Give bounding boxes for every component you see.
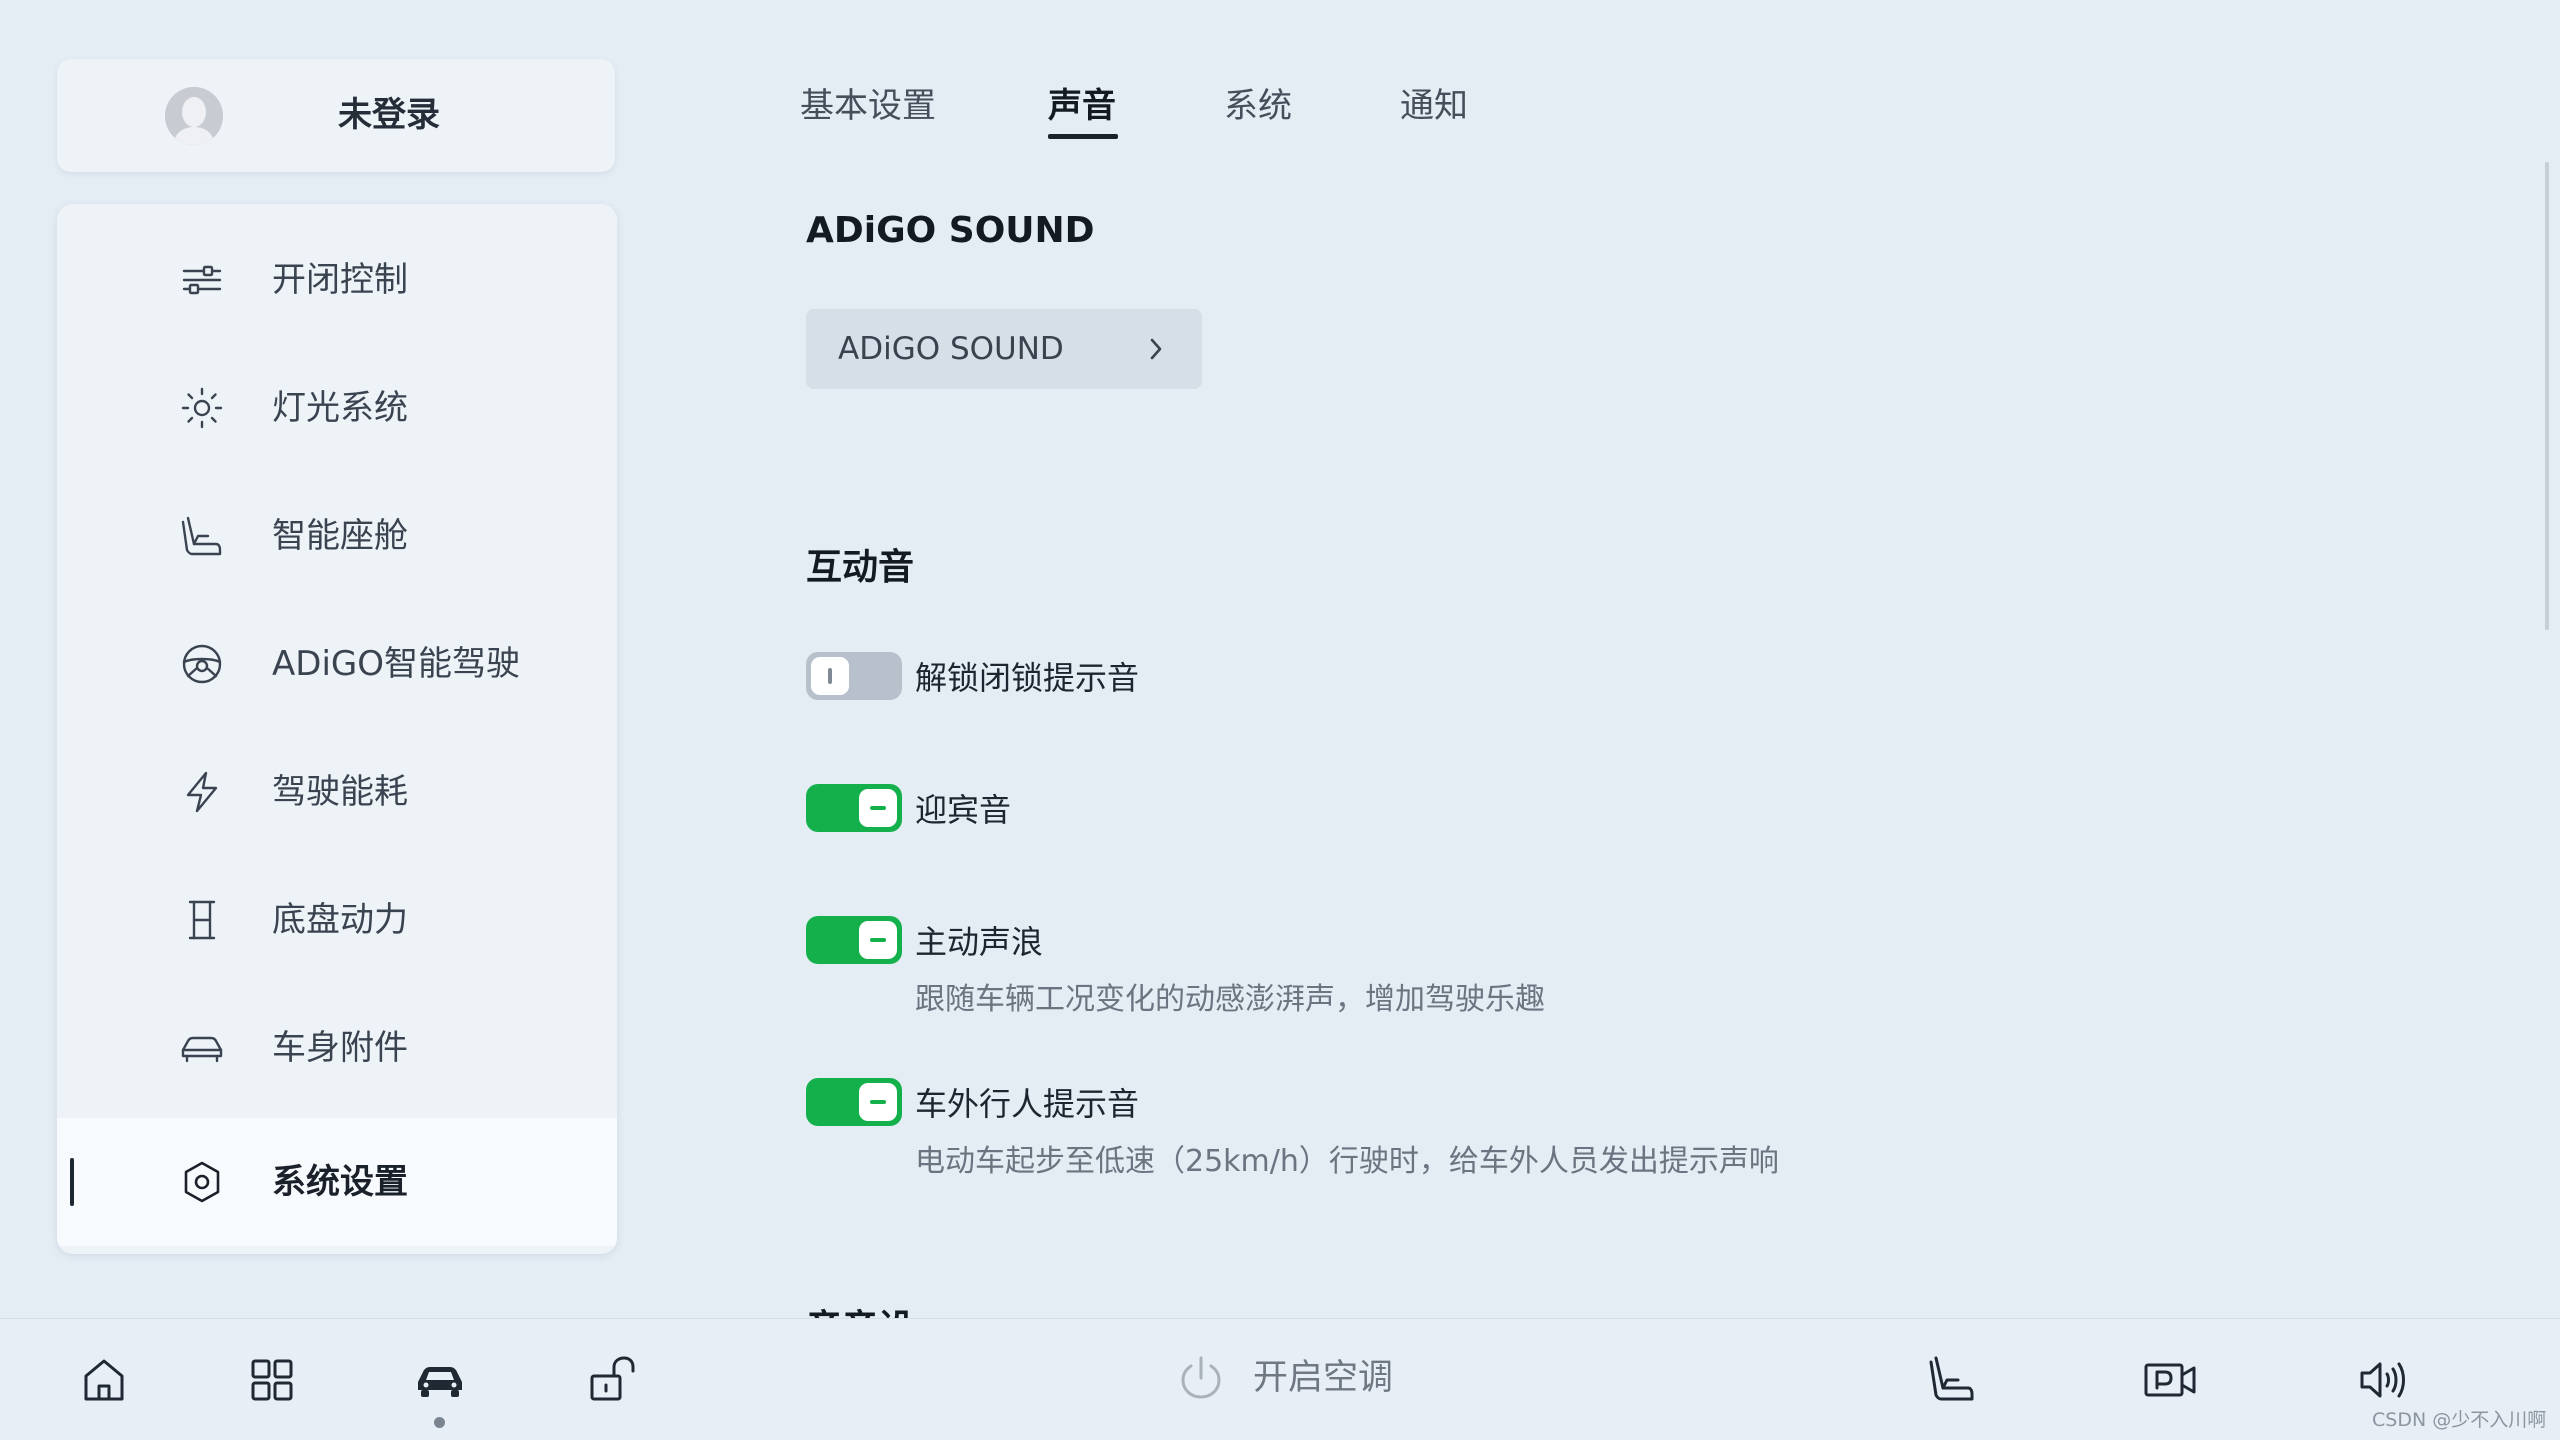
apps-grid-icon[interactable]	[244, 1352, 300, 1408]
sidebar-menu: 开闭控制 灯光系统 智能座舱 ADiGO智能驾驶 驾驶能耗 底盘动力 车身附件 …	[57, 204, 617, 1254]
sidebar-item-smart-cockpit[interactable]: 智能座舱	[57, 472, 617, 600]
sidebar-item-adigo-driving[interactable]: ADiGO智能驾驶	[57, 600, 617, 728]
toggle-knob	[811, 657, 849, 695]
sidebar-item-label: 智能座舱	[272, 516, 408, 556]
section-title-next-partial: 音音设	[806, 1305, 926, 1319]
adigo-sound-button-label: ADiGO SOUND	[838, 331, 1064, 367]
toggle-knob	[859, 789, 897, 827]
active-indicator	[70, 1158, 74, 1206]
switch-label-pedestrian-alert: 车外行人提示音	[915, 1085, 1140, 1123]
car-body-icon	[180, 1026, 224, 1070]
switch-label-active-sound-wave: 主动声浪	[915, 923, 1044, 961]
sidebar-item-label: 系统设置	[272, 1162, 408, 1202]
switch-desc-active-sound-wave: 跟随车辆工况变化的动感澎湃声，增加驾驶乐趣	[915, 982, 1545, 1017]
watermark: CSDN @少不入川啊	[2372, 1409, 2547, 1431]
sidebar-item-body-accessories[interactable]: 车身附件	[57, 984, 617, 1112]
home-icon[interactable]	[76, 1352, 132, 1408]
car-icon[interactable]	[412, 1352, 468, 1408]
tab-system[interactable]: 系统	[1224, 78, 1292, 134]
steering-wheel-icon	[180, 642, 224, 686]
adigo-sound-button[interactable]: ADiGO SOUND	[806, 309, 1202, 389]
sliders-icon	[180, 258, 224, 302]
tab-active-underline	[1048, 134, 1118, 139]
seat-icon[interactable]	[1924, 1352, 1980, 1408]
unlock-icon[interactable]	[584, 1352, 640, 1408]
sidebar-item-label: 灯光系统	[272, 388, 408, 428]
sidebar-item-chassis-power[interactable]: 底盘动力	[57, 856, 617, 984]
sidebar-item-label: ADiGO智能驾驶	[272, 644, 520, 684]
settings-hexagon-icon	[180, 1160, 224, 1204]
content-scrollbar[interactable]	[2545, 162, 2549, 630]
switch-label-unlock-lock-sound: 解锁闭锁提示音	[915, 659, 1140, 697]
switch-desc-pedestrian-alert: 电动车起步至低速（25km/h）行驶时，给车外人员发出提示声响	[915, 1144, 1779, 1179]
sidebar-item-label: 车身附件	[272, 1028, 408, 1068]
active-sound-wave-toggle[interactable]	[806, 916, 902, 964]
switch-label-welcome-sound: 迎宾音	[915, 791, 1012, 829]
sidebar-item-label: 开闭控制	[272, 260, 408, 300]
chassis-icon	[180, 898, 224, 942]
chevron-right-icon	[1142, 335, 1170, 363]
sidebar-item-label: 底盘动力	[272, 900, 408, 940]
toggle-knob	[859, 1083, 897, 1121]
sidebar-item-label: 驾驶能耗	[272, 772, 408, 812]
sidebar-item-system-settings[interactable]: 系统设置	[57, 1118, 617, 1246]
sidebar-item-energy[interactable]: 驾驶能耗	[57, 728, 617, 856]
sun-icon	[180, 386, 224, 430]
volume-icon[interactable]	[2356, 1352, 2412, 1408]
user-login-card[interactable]: 未登录	[57, 59, 615, 172]
sidebar-item-lighting[interactable]: 灯光系统	[57, 344, 617, 472]
user-name: 未登录	[338, 95, 440, 135]
lightning-icon	[180, 770, 224, 814]
section-title-interaction-sound: 互动音	[806, 547, 915, 588]
unlock-lock-sound-toggle[interactable]	[806, 652, 902, 700]
welcome-sound-toggle[interactable]	[806, 784, 902, 832]
toggle-knob	[859, 921, 897, 959]
section-title-adigo-sound: ADiGO SOUND	[806, 210, 1095, 251]
active-dock-indicator	[434, 1417, 445, 1428]
tab-sound[interactable]: 声音	[1048, 78, 1116, 134]
tab-basic-settings[interactable]: 基本设置	[800, 78, 936, 134]
ac-toggle-label[interactable]: 开启空调	[1253, 1350, 1393, 1406]
avatar-icon	[165, 87, 223, 145]
power-icon[interactable]	[1173, 1350, 1229, 1406]
sidebar-item-open-close-control[interactable]: 开闭控制	[57, 216, 617, 344]
tab-notifications[interactable]: 通知	[1400, 78, 1468, 134]
camera-p-icon[interactable]	[2142, 1352, 2198, 1408]
pedestrian-alert-sound-toggle[interactable]	[806, 1078, 902, 1126]
seat-icon	[180, 514, 224, 558]
